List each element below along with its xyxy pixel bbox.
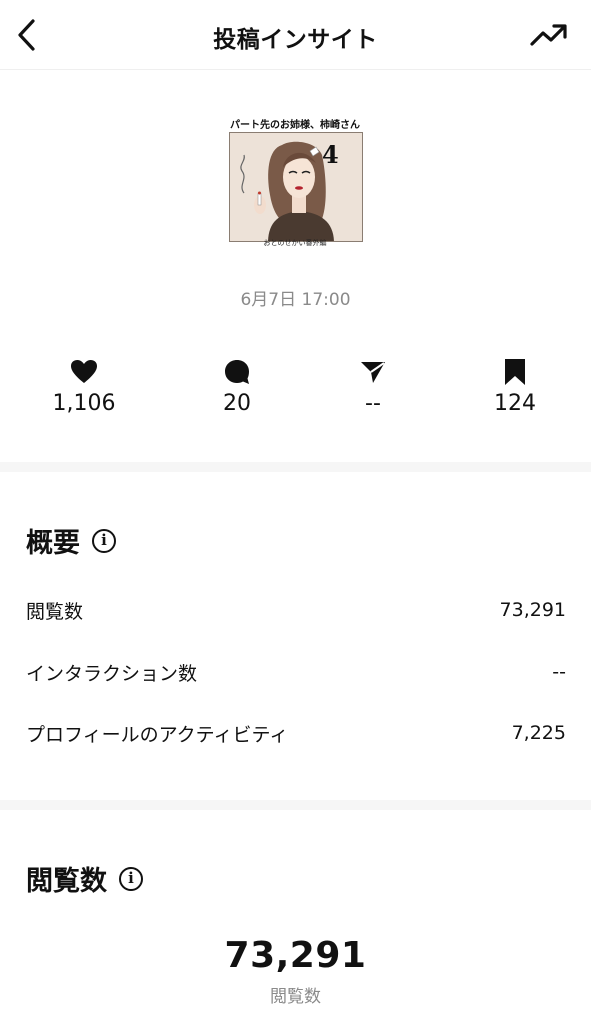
woman-illustration xyxy=(240,141,334,241)
shares-count: -- xyxy=(365,391,381,416)
send-icon xyxy=(361,362,385,383)
views-title: 閲覧数 xyxy=(26,866,107,897)
section-divider xyxy=(0,800,591,810)
post-date: 6月7日 17:00 xyxy=(240,290,351,310)
post-thumbnail[interactable]: パート先のお姉様、柿崎さん 4 おとのせかい番外編 xyxy=(222,108,368,254)
heart-icon xyxy=(71,360,97,383)
views-total: 73,291 xyxy=(224,935,367,976)
comment-icon xyxy=(225,360,249,384)
row-label: プロフィールのアクティビティ xyxy=(26,723,289,746)
post-insights-screen: 投稿インサイト パート先のお姉様、柿崎さん 4 おとのせかい番外編 6月7日 1… xyxy=(0,0,591,1024)
stat-likes: 1,106 xyxy=(24,355,144,416)
thumbnail-illustration xyxy=(229,132,363,242)
info-icon[interactable]: i xyxy=(92,528,116,553)
trend-button[interactable] xyxy=(529,18,569,52)
overview-title: 概要 xyxy=(26,528,80,559)
section-divider xyxy=(0,462,591,472)
stat-shares: -- xyxy=(313,355,433,416)
stat-comments: 20 xyxy=(177,355,297,416)
overview-row-views: 閲覧数 73,291 xyxy=(26,595,566,625)
views-heading: 閲覧数 i xyxy=(26,859,143,898)
saves-count: 124 xyxy=(494,391,536,416)
row-label: 閲覧数 xyxy=(26,600,84,623)
thumbnail-title: パート先のお姉様、柿崎さん xyxy=(230,120,360,131)
trending-up-icon xyxy=(530,24,567,46)
thumbnail-episode-number: 4 xyxy=(322,140,339,169)
views-total-label: 閲覧数 xyxy=(270,987,321,1007)
overview-heading: 概要 i xyxy=(26,521,116,560)
overview-row-interactions[interactable]: インタラクション数 -- xyxy=(26,657,566,687)
row-value: 73,291 xyxy=(499,599,566,621)
engagement-stats: 1,106 20 -- 124 xyxy=(0,355,591,435)
row-value: 7,225 xyxy=(511,722,566,744)
comments-count: 20 xyxy=(223,391,251,416)
thumbnail-caption: おとのせかい番外編 xyxy=(263,239,327,247)
overview-row-profile-activity[interactable]: プロフィールのアクティビティ 7,225 xyxy=(26,718,566,748)
page-title: 投稿インサイト xyxy=(213,27,378,53)
header: 投稿インサイト xyxy=(0,0,591,70)
stat-saves: 124 xyxy=(455,355,575,416)
likes-count: 1,106 xyxy=(52,391,116,416)
row-value: -- xyxy=(552,661,566,683)
row-label: インタラクション数 xyxy=(26,662,198,685)
info-icon[interactable]: i xyxy=(119,866,143,891)
bookmark-icon xyxy=(505,359,525,385)
